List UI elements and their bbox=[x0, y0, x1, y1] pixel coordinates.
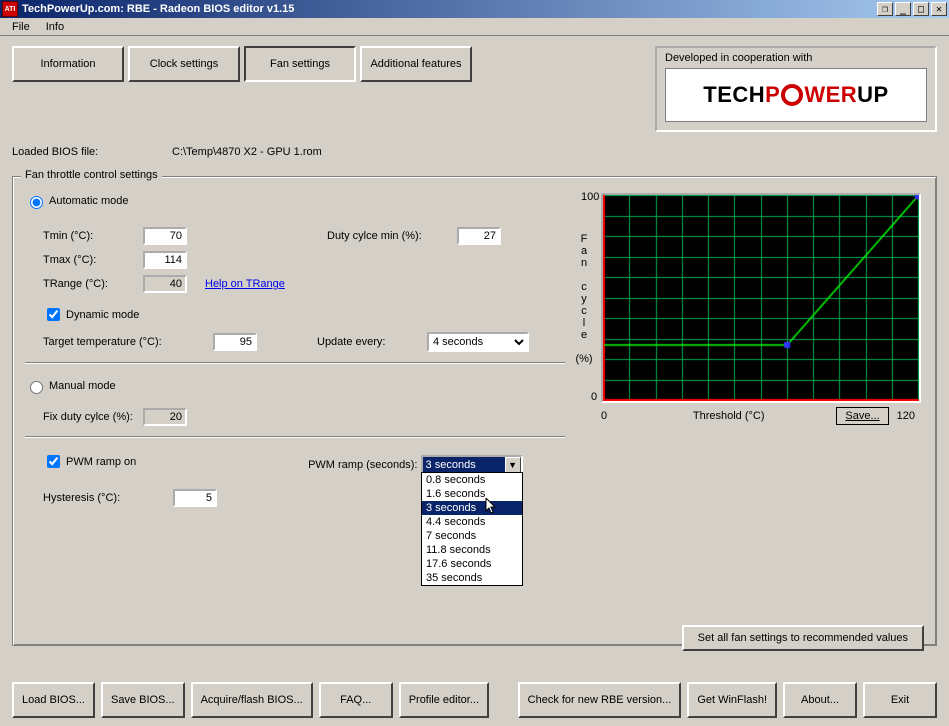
pwm-ramp-option[interactable]: 11.8 seconds bbox=[422, 543, 522, 557]
tab-additional-features[interactable]: Additional features bbox=[360, 46, 472, 82]
faq-button[interactable]: FAQ... bbox=[319, 682, 393, 718]
sponsor-panel: Developed in cooperation with TECHP WERUP bbox=[655, 46, 937, 132]
logo-wer: WER bbox=[804, 82, 857, 108]
trange-input bbox=[143, 275, 187, 293]
tab-clock-settings[interactable]: Clock settings bbox=[128, 46, 240, 82]
acquire-flash-button[interactable]: Acquire/flash BIOS... bbox=[191, 682, 313, 718]
loaded-bios-value: C:\Temp\4870 X2 - GPU 1.rom bbox=[172, 146, 322, 158]
logo-up: UP bbox=[857, 82, 889, 108]
chart-save-button[interactable]: Save... bbox=[836, 407, 888, 425]
logo-ring-icon bbox=[781, 84, 803, 106]
chart-xtick-min: 0 bbox=[601, 410, 621, 422]
fixduty-input bbox=[143, 408, 187, 426]
pwm-ramp-option[interactable]: 1.6 seconds bbox=[422, 487, 522, 501]
automatic-mode-radio[interactable] bbox=[30, 196, 43, 209]
pwm-ramp-option[interactable]: 35 seconds bbox=[422, 571, 522, 585]
maximize-icon[interactable]: □ bbox=[913, 2, 929, 16]
pwm-ramp-option[interactable]: 3 seconds bbox=[422, 501, 522, 515]
update-every-label: Update every: bbox=[317, 336, 427, 348]
techpowerup-logo[interactable]: TECHP WERUP bbox=[665, 68, 927, 122]
recommended-values-button[interactable]: Set all fan settings to recommended valu… bbox=[682, 625, 924, 651]
fixduty-label: Fix duty cylce (%): bbox=[43, 411, 143, 423]
exit-button[interactable]: Exit bbox=[863, 682, 937, 718]
tmin-label: Tmin (°C): bbox=[43, 230, 143, 242]
chevron-down-icon[interactable]: ▼ bbox=[505, 457, 521, 473]
pwm-ramp-dropdown[interactable]: 0.8 seconds1.6 seconds3 seconds4.4 secon… bbox=[421, 472, 523, 586]
target-temp-input[interactable] bbox=[213, 333, 257, 351]
check-version-button[interactable]: Check for new RBE version... bbox=[518, 682, 682, 718]
pwm-ramp-option[interactable]: 4.4 seconds bbox=[422, 515, 522, 529]
dutymin-input[interactable] bbox=[457, 227, 501, 245]
target-temp-label: Target temperature (°C): bbox=[43, 336, 213, 348]
hysteresis-input[interactable] bbox=[173, 489, 217, 507]
tmax-input[interactable] bbox=[143, 251, 187, 269]
menu-file[interactable]: File bbox=[4, 19, 38, 35]
about-button[interactable]: About... bbox=[783, 682, 857, 718]
pwm-ramp-seconds-label: PWM ramp (seconds): bbox=[308, 459, 417, 471]
fan-curve-chart: 100 Fancycle(%) 0 0 Threshold (°C) Save.… bbox=[575, 193, 915, 425]
update-every-select[interactable]: 4 seconds bbox=[427, 332, 529, 352]
hysteresis-label: Hysteresis (°C): bbox=[43, 492, 173, 504]
logo-tech: TECH bbox=[703, 82, 765, 108]
chart-ylabel: Fancycle(%) bbox=[575, 233, 593, 365]
chart-xlabel: Threshold (°C) bbox=[621, 410, 836, 422]
automatic-mode-label: Automatic mode bbox=[49, 195, 128, 207]
pwm-ramp-on-label: PWM ramp on bbox=[66, 456, 136, 468]
close-icon[interactable]: ✕ bbox=[931, 2, 947, 16]
minimize-icon[interactable]: _ bbox=[895, 2, 911, 16]
chart-ytick-min: 0 bbox=[591, 391, 597, 427]
save-bios-button[interactable]: Save BIOS... bbox=[101, 682, 185, 718]
tab-fan-settings[interactable]: Fan settings bbox=[244, 46, 356, 82]
manual-mode-radio[interactable] bbox=[30, 381, 43, 394]
pwm-ramp-value: 3 seconds bbox=[426, 459, 476, 471]
restore-down-icon[interactable]: ❐ bbox=[877, 2, 893, 16]
trange-label: TRange (°C): bbox=[43, 278, 143, 290]
dynamic-mode-checkbox[interactable] bbox=[47, 308, 60, 321]
profile-editor-button[interactable]: Profile editor... bbox=[399, 682, 489, 718]
pwm-ramp-option[interactable]: 17.6 seconds bbox=[422, 557, 522, 571]
get-winflash-button[interactable]: Get WinFlash! bbox=[687, 682, 777, 718]
dynamic-mode-label: Dynamic mode bbox=[66, 309, 139, 321]
chart-ytick-max: 100 bbox=[581, 191, 599, 203]
pwm-ramp-option[interactable]: 7 seconds bbox=[422, 529, 522, 543]
pwm-ramp-checkbox[interactable] bbox=[47, 455, 60, 468]
tab-information[interactable]: Information bbox=[12, 46, 124, 82]
loaded-bios-label: Loaded BIOS file: bbox=[12, 146, 172, 158]
tmax-label: Tmax (°C): bbox=[43, 254, 143, 266]
fan-throttle-group: Automatic mode Tmin (°C): Duty cylce min… bbox=[12, 176, 937, 646]
sponsor-label: Developed in cooperation with bbox=[665, 52, 927, 64]
manual-mode-label: Manual mode bbox=[49, 380, 116, 392]
trange-help-link[interactable]: Help on TRange bbox=[205, 278, 285, 290]
menu-info[interactable]: Info bbox=[38, 19, 72, 35]
pwm-ramp-option[interactable]: 0.8 seconds bbox=[422, 473, 522, 487]
app-icon: ATI bbox=[2, 1, 18, 17]
load-bios-button[interactable]: Load BIOS... bbox=[12, 682, 95, 718]
window-title: TechPowerUp.com: RBE - Radeon BIOS edito… bbox=[22, 3, 877, 15]
tmin-input[interactable] bbox=[143, 227, 187, 245]
chart-xtick-max: 120 bbox=[897, 410, 915, 422]
logo-p: P bbox=[765, 82, 780, 108]
dutymin-label: Duty cylce min (%): bbox=[327, 230, 457, 242]
